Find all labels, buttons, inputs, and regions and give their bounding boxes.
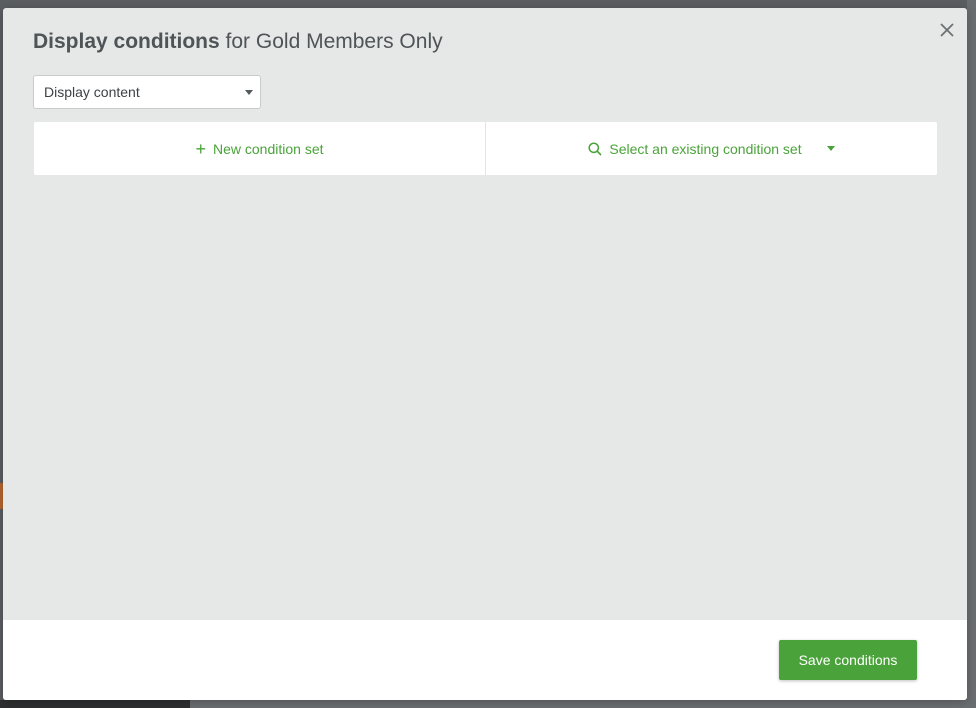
modal-title-strong: Display conditions [33,30,220,53]
condition-actions-bar: + New condition set Select an existing c… [34,122,937,175]
display-conditions-modal: Display conditions for Gold Members Only… [3,8,967,700]
backdrop-right-edge [967,0,976,708]
search-icon [588,141,602,156]
modal-footer: Save conditions [3,620,967,700]
close-icon [940,23,954,37]
modal-title: Display conditions for Gold Members Only [33,28,443,56]
display-mode-select[interactable]: Display content [33,75,261,109]
select-existing-condition-set-label: Select an existing condition set [609,140,802,157]
chevron-down-icon [245,90,253,95]
close-button[interactable] [935,18,959,42]
save-conditions-button[interactable]: Save conditions [779,640,917,680]
plus-icon: + [195,138,206,159]
new-condition-set-label: New condition set [213,140,324,157]
modal-title-rest: for Gold Members Only [225,30,443,53]
display-mode-select-value: Display content [44,84,140,100]
new-condition-set-button[interactable]: + New condition set [34,122,485,175]
select-existing-condition-set-button[interactable]: Select an existing condition set [486,122,937,175]
backdrop-dark-corner [0,700,190,708]
chevron-down-icon [826,146,835,151]
